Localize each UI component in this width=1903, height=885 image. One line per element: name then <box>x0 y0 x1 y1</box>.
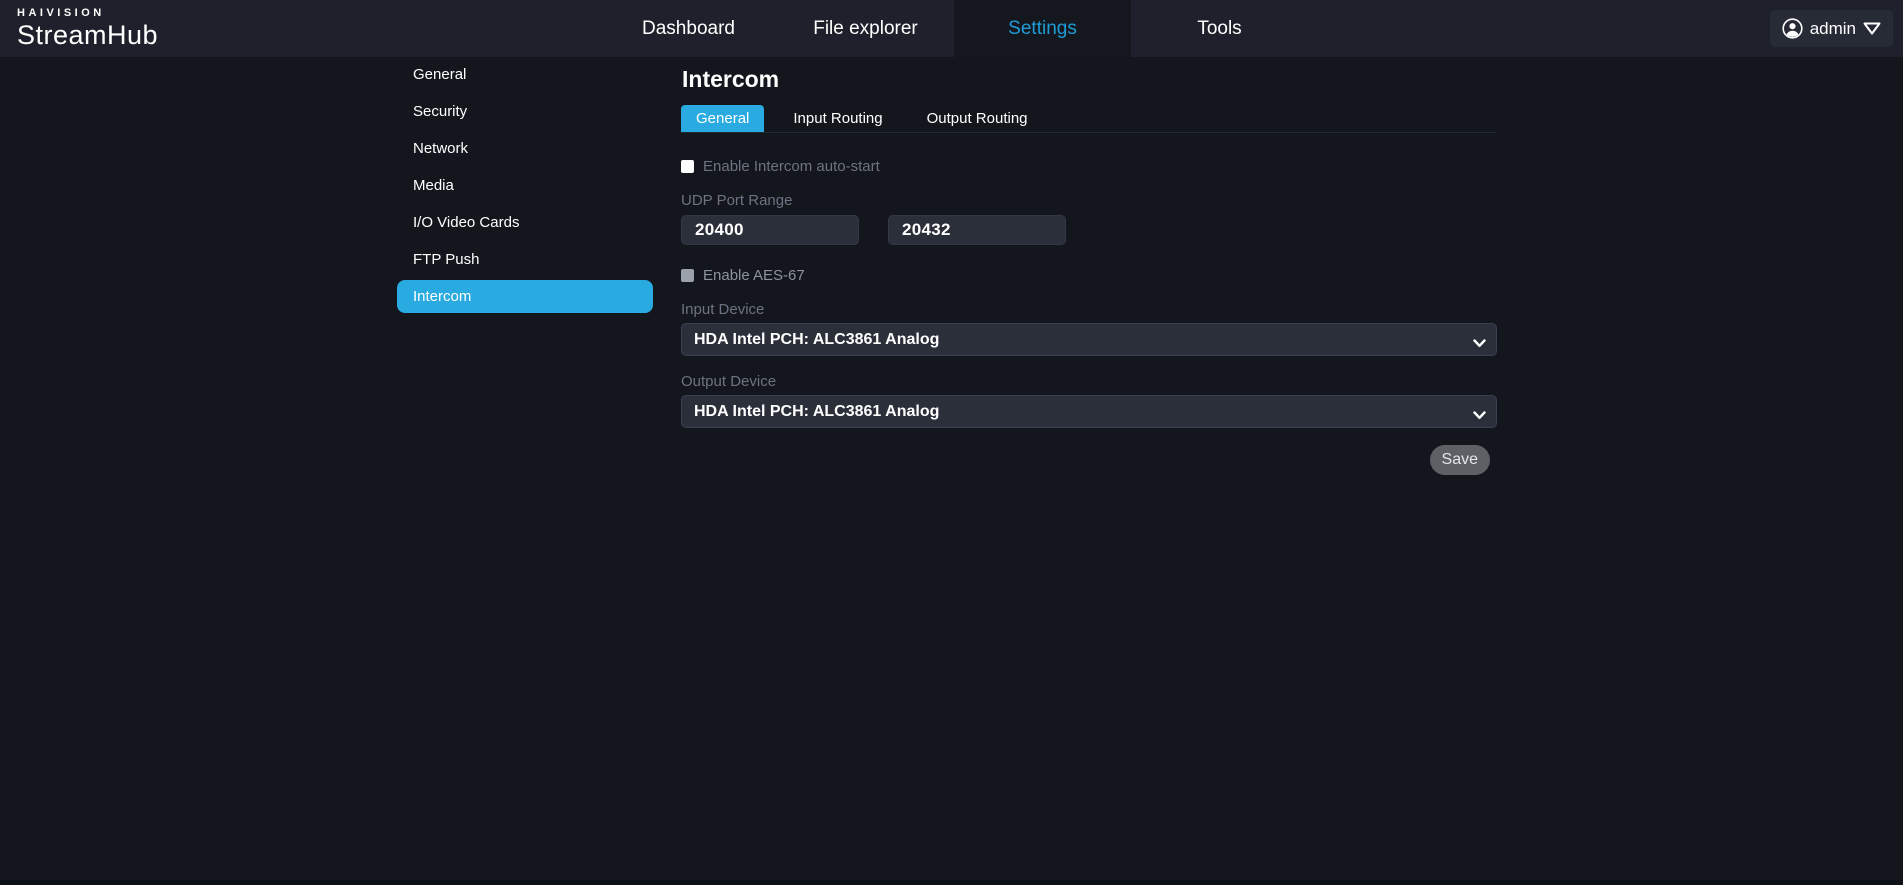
nav-tools[interactable]: Tools <box>1131 0 1308 57</box>
brand-streamhub: StreamHub <box>17 20 158 51</box>
settings-sidebar: General Security Network Media I/O Video… <box>397 58 653 317</box>
output-device-label: Output Device <box>681 373 776 390</box>
sidebar-item-intercom[interactable]: Intercom <box>397 280 653 313</box>
sidebar-item-io-video-cards[interactable]: I/O Video Cards <box>397 206 653 239</box>
output-device-select[interactable]: HDA Intel PCH: ALC3861 Analog <box>681 395 1497 428</box>
save-button[interactable]: Save <box>1430 445 1490 475</box>
sidebar-item-media[interactable]: Media <box>397 169 653 202</box>
user-avatar-icon <box>1782 18 1803 39</box>
sidebar-item-general[interactable]: General <box>397 58 653 91</box>
input-device-select-wrap: HDA Intel PCH: ALC3861 Analog <box>681 323 1497 356</box>
nav-file-explorer[interactable]: File explorer <box>777 0 954 57</box>
app-root: HAIVISION StreamHub Dashboard File explo… <box>0 0 1903 885</box>
sidebar-item-ftp-push[interactable]: FTP Push <box>397 243 653 276</box>
chevron-down-icon <box>1863 22 1881 35</box>
udp-port-from-input[interactable] <box>681 215 859 245</box>
auto-start-checkbox[interactable] <box>681 160 694 173</box>
sidebar-item-security[interactable]: Security <box>397 95 653 128</box>
output-device-select-wrap: HDA Intel PCH: ALC3861 Analog <box>681 395 1497 428</box>
brand-logo: HAIVISION StreamHub <box>17 7 158 51</box>
intercom-settings-panel: Intercom General Input Routing Output Ro… <box>681 57 1497 617</box>
tab-output-routing[interactable]: Output Routing <box>912 105 1043 132</box>
sidebar-item-network[interactable]: Network <box>397 132 653 165</box>
top-nav: Dashboard File explorer Settings Tools <box>600 0 1308 57</box>
user-menu-button[interactable]: admin <box>1770 10 1893 47</box>
top-bar: HAIVISION StreamHub Dashboard File explo… <box>0 0 1903 57</box>
udp-port-range-label: UDP Port Range <box>681 192 792 209</box>
brand-haivision: HAIVISION <box>17 7 158 19</box>
tab-bar: General Input Routing Output Routing <box>681 105 1497 133</box>
footer-strip <box>0 880 1903 885</box>
udp-port-to-input[interactable] <box>888 215 1066 245</box>
input-device-label: Input Device <box>681 301 764 318</box>
aes67-row: Enable AES-67 <box>681 267 805 284</box>
tab-input-routing[interactable]: Input Routing <box>778 105 897 132</box>
input-device-select[interactable]: HDA Intel PCH: ALC3861 Analog <box>681 323 1497 356</box>
udp-port-range-row <box>681 215 1066 245</box>
auto-start-label: Enable Intercom auto-start <box>703 158 880 175</box>
nav-settings[interactable]: Settings <box>954 0 1131 57</box>
tab-general[interactable]: General <box>681 105 764 132</box>
aes67-checkbox[interactable] <box>681 269 694 282</box>
page-title: Intercom <box>682 66 779 93</box>
user-name: admin <box>1810 19 1856 39</box>
nav-dashboard[interactable]: Dashboard <box>600 0 777 57</box>
auto-start-row: Enable Intercom auto-start <box>681 158 880 175</box>
aes67-label: Enable AES-67 <box>703 267 805 284</box>
